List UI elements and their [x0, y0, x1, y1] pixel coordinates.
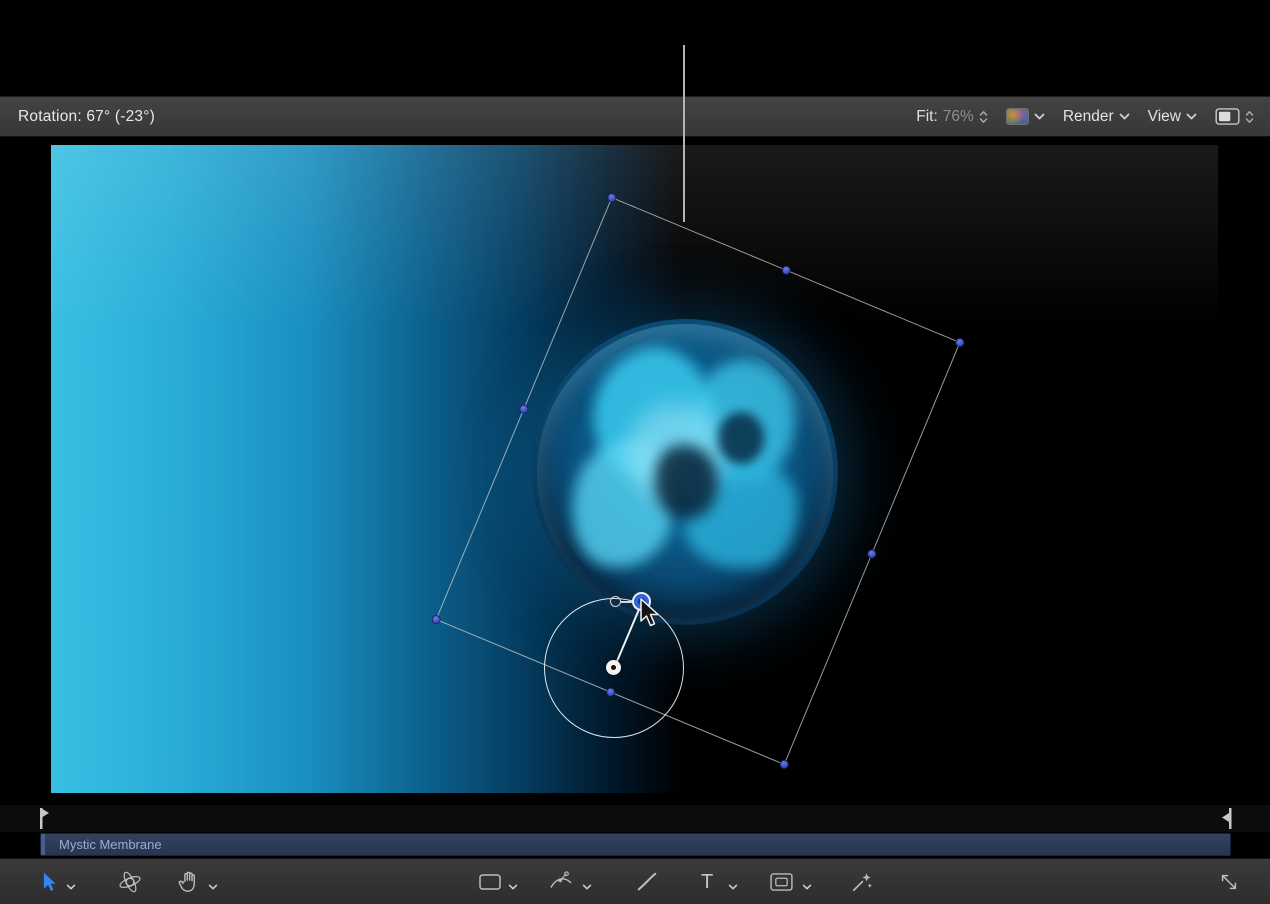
sparkle-wand-icon [851, 871, 873, 893]
render-menu[interactable]: Render [1063, 108, 1130, 126]
shape-tool-chevron[interactable] [508, 884, 518, 890]
view-menu[interactable]: View [1148, 108, 1197, 126]
bezier-tool-button[interactable] [549, 871, 573, 893]
channel-view-control[interactable] [1006, 108, 1045, 125]
render-menu-label: Render [1063, 108, 1114, 126]
select-tool-button[interactable] [42, 871, 57, 892]
diagonal-resize-icon [1218, 871, 1240, 893]
canvas-status-bar: Rotation: 67° (-23°) Fit: 76% Render Vie… [0, 96, 1270, 137]
fit-value: 76% [943, 108, 974, 126]
select-tool-chevron[interactable] [66, 884, 76, 890]
arrow-cursor-icon [42, 871, 57, 892]
display-layout-control[interactable] [1215, 108, 1254, 125]
shape-tool-button[interactable] [479, 874, 501, 890]
view-menu-label: View [1148, 108, 1181, 126]
text-tool-glyph: T [701, 872, 713, 892]
paint-stroke-icon [636, 871, 658, 893]
fit-stepper-icon[interactable] [979, 110, 988, 124]
hand-icon [178, 870, 200, 894]
color-channel-thumbnail-icon [1006, 108, 1029, 125]
rotation-handle-ghost [610, 596, 621, 607]
play-range-end-marker[interactable] [1218, 808, 1234, 829]
text-tool-button[interactable]: T [701, 872, 713, 892]
chevron-down-icon [1119, 113, 1130, 120]
mouse-cursor-icon [637, 598, 661, 628]
rectangle-icon [479, 874, 501, 890]
resize-handle-button[interactable] [1218, 871, 1240, 893]
chevron-down-icon [208, 884, 218, 890]
3d-orbit-icon [118, 870, 142, 894]
chevron-down-icon [1034, 113, 1045, 120]
bezier-curve-icon [549, 871, 573, 893]
chevron-down-icon [802, 884, 812, 890]
track-label: Mystic Membrane [59, 837, 162, 852]
status-bar-controls: Fit: 76% Render View [916, 108, 1270, 126]
fit-label: Fit: [916, 108, 938, 126]
bottom-toolbar: T [0, 858, 1270, 904]
callout-line [683, 45, 685, 222]
pan-tool-button[interactable] [178, 870, 200, 894]
paint-stroke-tool-button[interactable] [636, 871, 658, 893]
rotation-readout: Rotation: 67° (-23°) [18, 108, 155, 126]
transform-3d-tool-button[interactable] [118, 870, 142, 894]
mask-tool-chevron[interactable] [802, 884, 812, 890]
timeline-mini-ruler[interactable] [0, 805, 1270, 832]
image-mask-icon [770, 873, 793, 891]
particles-tool-button[interactable] [851, 871, 873, 893]
chevron-down-icon [66, 884, 76, 890]
window-icon [1215, 108, 1240, 125]
anchor-point[interactable] [606, 660, 621, 675]
text-tool-chevron[interactable] [728, 884, 738, 890]
chevron-down-icon [728, 884, 738, 890]
pan-tool-chevron[interactable] [208, 884, 218, 890]
play-range-start-marker[interactable] [34, 808, 50, 829]
chevron-down-icon [508, 884, 518, 890]
canvas-viewport[interactable] [0, 137, 1270, 805]
mask-tool-button[interactable] [770, 873, 793, 891]
display-stepper-icon [1245, 110, 1254, 124]
chevron-down-icon [1186, 113, 1197, 120]
timeline-track-bar[interactable]: Mystic Membrane [40, 833, 1231, 856]
zoom-fit-control[interactable]: Fit: 76% [916, 108, 988, 126]
bezier-tool-chevron[interactable] [582, 884, 592, 890]
chevron-down-icon [582, 884, 592, 890]
